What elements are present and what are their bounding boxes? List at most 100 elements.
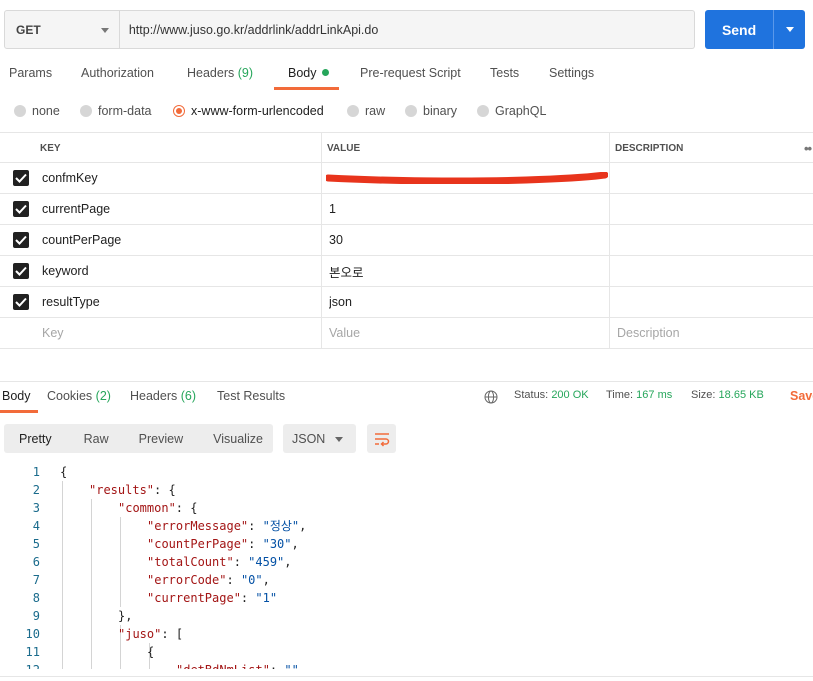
tab-settings[interactable]: Settings	[549, 66, 594, 90]
radio-form-data[interactable]: form-data	[80, 104, 152, 118]
globe-icon[interactable]	[484, 390, 498, 404]
json-value: ""	[284, 663, 298, 669]
new-key-input[interactable]: Key	[42, 318, 318, 348]
code-line: 3 "common": {	[0, 499, 813, 517]
param-key[interactable]: keyword	[42, 256, 318, 286]
code-text: "errorCode": "0",	[147, 571, 270, 589]
format-raw[interactable]: Raw	[69, 424, 124, 453]
response-code-viewer[interactable]: 1{2 "results": {3 "common": {4 "errorMessag…	[0, 463, 813, 669]
json-key: "results"	[89, 483, 155, 497]
format-select[interactable]: JSON	[283, 424, 356, 453]
code-line: 11 {	[0, 643, 813, 661]
code-line: 1{	[0, 463, 813, 481]
request-tabs: Params Authorization Headers (9) Body Pr…	[0, 66, 813, 90]
save-response-button[interactable]: Save	[790, 389, 813, 403]
new-value-input[interactable]: Value	[329, 318, 607, 348]
tab-response-headers-count: (6)	[180, 389, 197, 403]
param-description[interactable]	[617, 194, 807, 224]
table-header-row: KEY VALUE DESCRIPTION ••	[0, 132, 813, 163]
param-value[interactable]: 30	[329, 225, 607, 255]
json-separator: :	[240, 591, 256, 605]
tab-test-results[interactable]: Test Results	[217, 389, 285, 403]
column-divider	[609, 133, 610, 162]
radio-circle-icon	[347, 105, 359, 117]
tab-params[interactable]: Params	[9, 66, 52, 90]
json-value: "0"	[240, 573, 263, 587]
format-pretty[interactable]: Pretty	[4, 424, 69, 453]
checkmark-icon	[13, 232, 29, 248]
code-line: 10 "juso": [	[0, 625, 813, 643]
param-value[interactable]: 본오로	[329, 256, 607, 286]
row-checkbox[interactable]	[13, 287, 31, 317]
tab-headers[interactable]: Headers (9)	[187, 66, 253, 90]
line-number: 10	[25, 627, 40, 641]
json-separator: :	[175, 501, 191, 515]
param-description[interactable]	[617, 163, 807, 193]
tab-response-headers[interactable]: Headers (6)	[130, 389, 196, 403]
radio-label: none	[32, 104, 60, 118]
radio-circle-icon	[405, 105, 417, 117]
send-button-group: Send	[705, 10, 805, 49]
method-select[interactable]: GET	[4, 10, 120, 49]
radio-none[interactable]: none	[14, 104, 60, 118]
method-label: GET	[16, 22, 41, 37]
json-key: "errorMessage"	[147, 519, 249, 533]
tab-response-body[interactable]: Body	[2, 389, 31, 403]
json-separator: :	[161, 627, 176, 641]
code-line: 4 "errorMessage": "정상",	[0, 517, 813, 535]
column-divider	[609, 163, 610, 193]
row-checkbox[interactable]	[13, 256, 31, 286]
table-row: keyword 본오로	[0, 256, 813, 287]
url-input[interactable]: http://www.juso.go.kr/addrlink/addrLinkA…	[119, 10, 696, 49]
radio-raw[interactable]: raw	[347, 104, 385, 118]
param-value[interactable]: 1	[329, 194, 607, 224]
code-text: {	[147, 643, 154, 661]
json-separator: :	[233, 555, 249, 569]
more-options-icon[interactable]: ••	[804, 133, 812, 163]
radio-binary[interactable]: binary	[405, 104, 457, 118]
time-label: Time:	[606, 389, 634, 401]
param-description[interactable]	[617, 225, 807, 255]
param-key[interactable]: confmKey	[42, 163, 318, 193]
param-key[interactable]: resultType	[42, 287, 318, 317]
tab-tests[interactable]: Tests	[490, 66, 519, 90]
send-options-button[interactable]	[774, 10, 805, 49]
json-punctuation: ,	[284, 555, 292, 569]
tab-cookies[interactable]: Cookies (2)	[47, 389, 111, 403]
row-checkbox[interactable]	[13, 225, 31, 255]
redaction-mark	[326, 172, 608, 184]
bottom-divider	[0, 676, 813, 677]
column-header-key: KEY	[40, 142, 61, 154]
wrap-lines-button[interactable]	[367, 424, 396, 453]
format-select-value: JSON	[292, 431, 326, 446]
table-row: currentPage 1	[0, 194, 813, 225]
tab-prerequest-script[interactable]: Pre-request Script	[360, 66, 461, 90]
response-divider	[0, 381, 813, 382]
row-checkbox[interactable]	[13, 163, 31, 193]
json-key: "common"	[118, 501, 176, 515]
radio-graphql[interactable]: GraphQL	[477, 104, 546, 118]
chevron-down-icon	[785, 27, 794, 32]
param-key[interactable]: currentPage	[42, 194, 318, 224]
format-visualize[interactable]: Visualize	[198, 424, 278, 453]
send-button[interactable]: Send	[705, 10, 774, 49]
json-key: "detBdNmList"	[176, 663, 270, 669]
size-value: 18.65 KB	[718, 389, 764, 401]
line-number: 2	[32, 483, 40, 497]
format-tabs: Pretty Raw Preview Visualize	[4, 424, 273, 453]
line-number: 3	[32, 501, 40, 515]
code-text: "totalCount": "459",	[147, 553, 292, 571]
param-description[interactable]	[617, 287, 807, 317]
param-description[interactable]	[617, 256, 807, 286]
json-punctuation: ,	[299, 519, 307, 533]
tab-authorization[interactable]: Authorization	[81, 66, 154, 90]
response-tabs: Body Cookies (2) Headers (6) Test Result…	[0, 389, 813, 413]
format-preview[interactable]: Preview	[124, 424, 198, 453]
code-text: "countPerPage": "30",	[147, 535, 299, 553]
json-punctuation: [	[175, 627, 184, 641]
radio-x-www-form-urlencoded[interactable]: x-www-form-urlencoded	[173, 104, 324, 118]
row-checkbox[interactable]	[13, 194, 31, 224]
new-description-input[interactable]: Description	[617, 318, 807, 348]
param-value[interactable]: json	[329, 287, 607, 317]
param-key[interactable]: countPerPage	[42, 225, 318, 255]
